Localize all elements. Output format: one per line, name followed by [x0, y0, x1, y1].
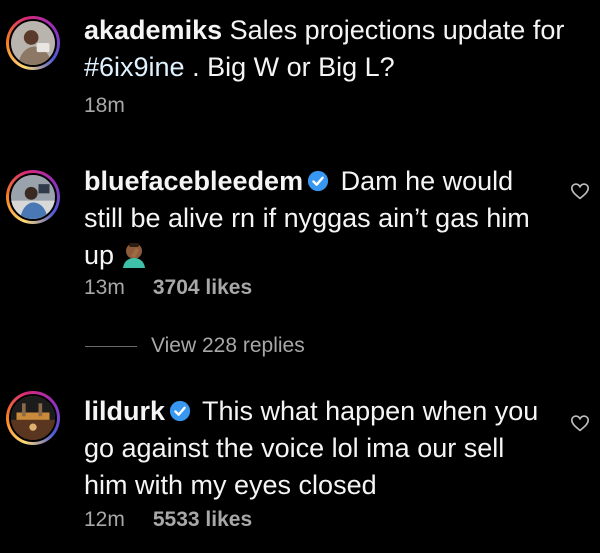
like-heart-icon[interactable]	[570, 182, 590, 200]
verified-badge-icon	[169, 400, 191, 422]
comment-meta: 18m	[84, 94, 125, 118]
avatar-akademiks[interactable]	[6, 16, 60, 70]
comment-akademiks: akademiks Sales projections update for #…	[84, 12, 574, 86]
profile-photo-icon	[11, 21, 55, 65]
view-replies-button[interactable]: View 228 replies	[85, 334, 305, 358]
comment-body-rest: . Big W or Big L?	[184, 52, 395, 82]
comment-bluefacebleedem: bluefacebleedem Dam he would still be al…	[84, 163, 554, 274]
face-palm-emoji-icon	[120, 240, 148, 268]
avatar-photo	[9, 173, 57, 221]
comment-username[interactable]: akademiks	[84, 15, 222, 45]
profile-photo-icon	[11, 175, 55, 219]
comment-meta: 12m 5533 likes	[84, 508, 252, 532]
comment-time: 18m	[84, 94, 125, 117]
like-heart-icon[interactable]	[570, 414, 590, 432]
replies-divider	[85, 345, 137, 347]
profile-photo-icon	[11, 396, 55, 440]
avatar-bluefacebleedem[interactable]	[6, 170, 60, 224]
comment-lildurk: lildurk This what happen when you go aga…	[84, 393, 554, 504]
comment-meta: 13m 3704 likes	[84, 276, 252, 300]
comment-username[interactable]: lildurk	[84, 396, 165, 426]
verified-badge-icon	[307, 170, 329, 192]
comment-time: 13m	[84, 276, 125, 299]
avatar-photo	[9, 19, 57, 67]
comment-body: Sales projections update for	[229, 15, 565, 45]
comment-likes[interactable]: 3704 likes	[153, 276, 252, 300]
avatar-photo	[9, 394, 57, 442]
avatar-lildurk[interactable]	[6, 391, 60, 445]
view-replies-label: View 228 replies	[151, 334, 305, 357]
comment-time: 12m	[84, 508, 125, 531]
comment-username[interactable]: bluefacebleedem	[84, 166, 303, 196]
hashtag-link[interactable]: #6ix9ine	[84, 52, 185, 82]
comment-likes[interactable]: 5533 likes	[153, 508, 252, 532]
